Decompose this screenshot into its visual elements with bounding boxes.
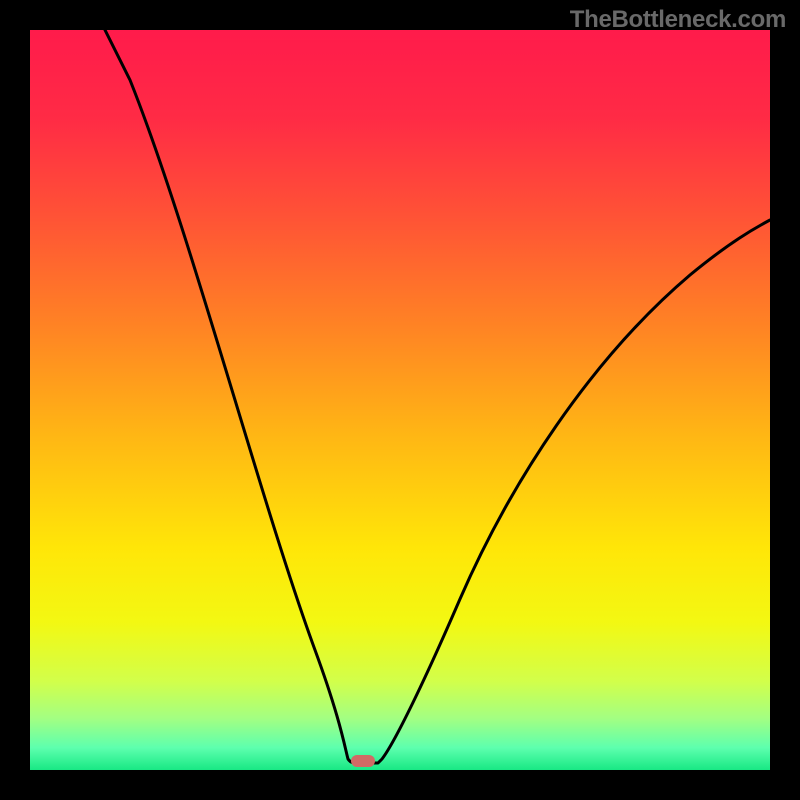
plot-area — [30, 30, 770, 770]
watermark-text: TheBottleneck.com — [570, 6, 786, 34]
curve-path — [105, 30, 770, 763]
bottleneck-curve — [30, 30, 770, 770]
chart-frame: TheBottleneck.com — [0, 0, 800, 800]
optimum-marker — [351, 755, 375, 767]
